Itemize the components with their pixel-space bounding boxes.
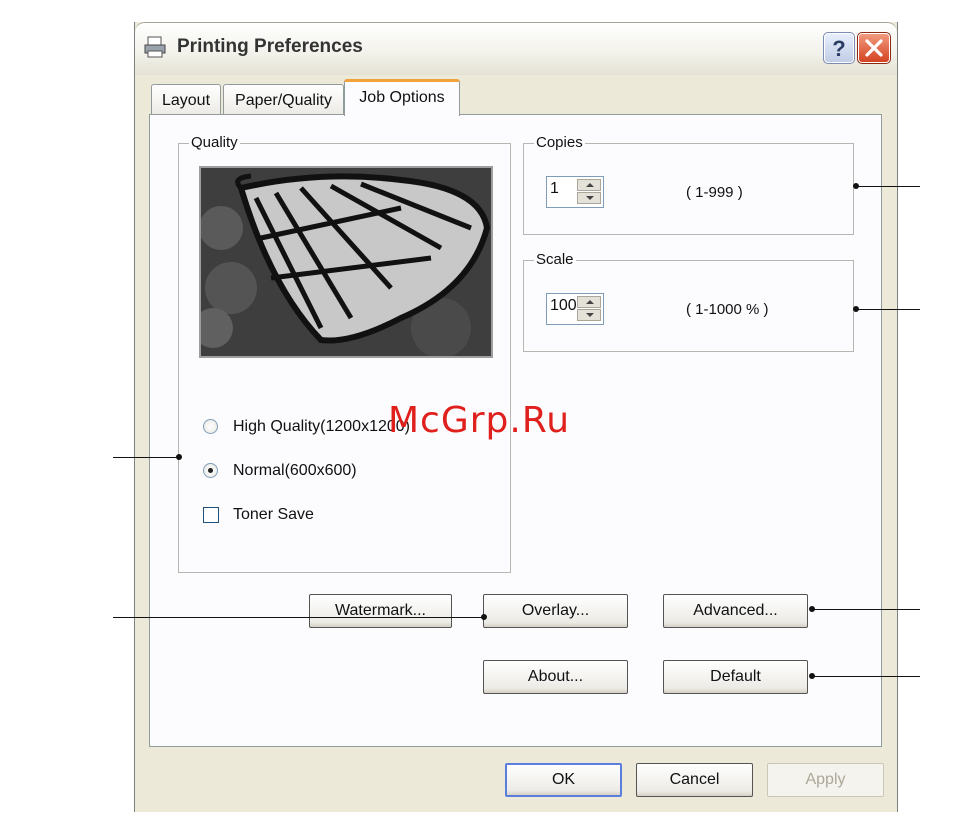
toner-save-label: Toner Save	[233, 506, 314, 523]
copies-spinner[interactable]	[577, 179, 601, 205]
toner-save-checkbox[interactable]	[203, 507, 219, 523]
callout-line-advanced	[812, 609, 920, 610]
site-watermark: McGrp.Ru	[388, 400, 571, 441]
about-button[interactable]: About...	[483, 660, 628, 694]
help-button[interactable]: ?	[823, 32, 855, 64]
high-quality-label: High Quality(1200x1200)	[233, 418, 410, 435]
quality-legend: Quality	[189, 134, 240, 151]
advanced-button[interactable]: Advanced...	[663, 594, 808, 628]
scale-range: ( 1-1000 % )	[686, 301, 769, 318]
scale-spin-input[interactable]: 100	[546, 293, 604, 325]
copies-value: 1	[550, 180, 559, 197]
high-quality-radio[interactable]	[203, 419, 218, 434]
callout-line-copies	[857, 186, 920, 187]
tab-layout[interactable]: Layout	[151, 84, 221, 114]
cancel-button[interactable]: Cancel	[636, 763, 753, 797]
scale-spinner[interactable]	[577, 296, 601, 322]
callout-dot-default	[809, 673, 815, 679]
scale-down-arrow-icon[interactable]	[577, 309, 601, 321]
butterfly-image	[201, 168, 491, 356]
close-icon	[865, 39, 883, 57]
callout-line-quality	[113, 457, 179, 458]
normal-quality-label: Normal(600x600)	[233, 462, 357, 479]
quality-preview-image	[199, 166, 493, 358]
callout-line-default	[812, 676, 920, 677]
close-button[interactable]	[857, 32, 891, 64]
overlay-button[interactable]: Overlay...	[483, 594, 628, 628]
copies-up-arrow-icon[interactable]	[577, 179, 601, 191]
callout-dot-advanced	[809, 606, 815, 612]
copies-legend: Copies	[534, 134, 585, 151]
callout-dot-scale	[853, 306, 859, 312]
scale-value: 100	[550, 297, 577, 314]
copies-range: ( 1-999 )	[686, 184, 743, 201]
scale-group: Scale 100 ( 1-1000 % )	[523, 251, 854, 352]
title-bar[interactable]: Printing Preferences ?	[135, 22, 897, 75]
callout-line-overlay	[113, 617, 483, 618]
default-button[interactable]: Default	[663, 660, 808, 694]
copies-spin-input[interactable]: 1	[546, 176, 604, 208]
tab-job-options[interactable]: Job Options	[344, 79, 460, 116]
copies-group: Copies 1 ( 1-999 )	[523, 134, 854, 235]
printer-icon	[144, 36, 166, 58]
ok-button[interactable]: OK	[505, 763, 622, 797]
tab-paper-quality[interactable]: Paper/Quality	[223, 84, 344, 114]
copies-down-arrow-icon[interactable]	[577, 192, 601, 204]
callout-dot-copies	[853, 183, 859, 189]
scale-legend: Scale	[534, 251, 576, 268]
watermark-button[interactable]: Watermark...	[309, 594, 452, 628]
apply-button[interactable]: Apply	[767, 763, 884, 797]
callout-dot-quality	[176, 454, 182, 460]
quality-group: Quality High Quality(1200x1200) Normal(6…	[178, 134, 511, 573]
normal-quality-radio[interactable]	[203, 463, 218, 478]
scale-up-arrow-icon[interactable]	[577, 296, 601, 308]
callout-line-scale	[857, 309, 920, 310]
window-title: Printing Preferences	[177, 36, 363, 57]
callout-dot-overlay	[481, 614, 487, 620]
